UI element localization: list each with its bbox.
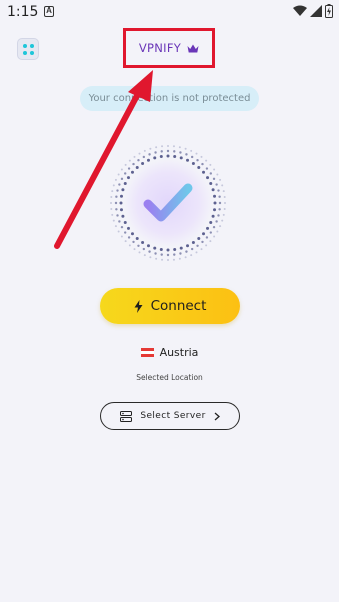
- selected-location: Austria: [0, 346, 339, 359]
- brand-highlight-box: VPNIFY: [123, 28, 215, 68]
- connection-status-pill: Your connection is not protected: [80, 86, 259, 111]
- bolt-icon: [134, 299, 143, 313]
- brand-title: VPNIFY: [138, 41, 182, 55]
- shield-check-icon: [110, 145, 226, 261]
- server-icon: [120, 410, 133, 422]
- wifi-icon: [293, 5, 307, 16]
- connection-ring[interactable]: [108, 143, 228, 263]
- crown-icon: [187, 44, 199, 52]
- signal-icon: [310, 5, 322, 17]
- status-bar: 1:15 A: [0, 0, 339, 24]
- status-time: 1:15: [7, 4, 39, 20]
- menu-grid-icon[interactable]: [17, 38, 39, 60]
- select-server-button[interactable]: Select Server: [100, 402, 240, 430]
- connect-label: Connect: [150, 298, 207, 314]
- select-server-label: Select Server: [140, 411, 206, 421]
- brand-premium-button[interactable]: VPNIFY: [126, 31, 212, 65]
- location-country: Austria: [159, 346, 199, 359]
- location-caption: Selected Location: [136, 373, 203, 382]
- status-icons: [293, 4, 333, 18]
- chevron-right-icon: [214, 412, 220, 420]
- battery-icon: [325, 4, 333, 18]
- connection-status-text: Your connection is not protected: [88, 93, 251, 104]
- austria-flag-icon: [140, 347, 154, 358]
- connect-button[interactable]: Connect: [100, 288, 240, 324]
- notification-icon: A: [44, 6, 54, 17]
